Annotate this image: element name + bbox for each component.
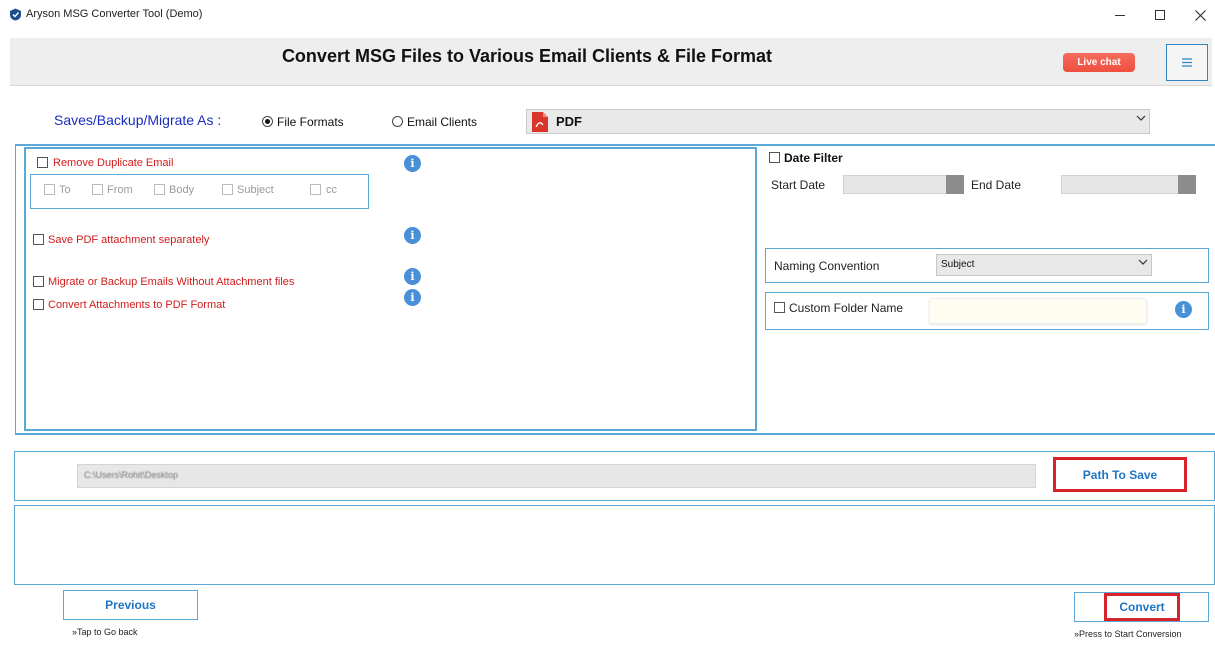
body-label: Body [169,184,195,196]
info-icon[interactable]: i [404,227,421,244]
maximize-icon [1155,10,1165,20]
file-formats-radio[interactable] [262,116,273,127]
save-pdf-attachment-label: Save PDF attachment separately [48,234,210,246]
cc-label: cc [326,184,337,196]
from-label: From [107,184,133,196]
remove-duplicate-label: Remove Duplicate Email [53,157,174,169]
to-label: To [59,184,71,196]
body-checkbox[interactable] [154,184,165,195]
save-pdf-attachment-checkbox[interactable] [33,234,44,245]
convert-attachments-label: Convert Attachments to PDF Format [48,299,226,311]
file-formats-label: File Formats [277,115,344,129]
chevron-down-icon [1138,259,1148,265]
path-to-save-button[interactable]: Path To Save [1053,457,1187,492]
chevron-down-icon [1136,115,1146,121]
format-value: PDF [556,114,582,129]
migrate-without-attachment-checkbox[interactable] [33,276,44,287]
custom-folder-checkbox[interactable] [774,302,785,313]
remove-duplicate-checkbox[interactable] [37,157,48,168]
subject-label: Subject [237,184,274,196]
custom-folder-label: Custom Folder Name [789,301,904,315]
start-date-label: Start Date [771,178,826,192]
minimize-icon [1115,14,1125,16]
subject-checkbox[interactable] [222,184,233,195]
hamburger-icon [1182,58,1192,67]
maximize-button[interactable] [1140,4,1180,26]
log-area [14,505,1215,585]
convert-attachments-checkbox[interactable] [33,299,44,310]
date-filter-checkbox[interactable] [769,152,780,163]
cc-checkbox[interactable] [310,184,321,195]
start-date-field[interactable] [843,175,947,194]
save-path-input[interactable] [77,464,1036,488]
previous-button[interactable]: Previous [63,590,198,620]
email-clients-label: Email Clients [407,115,478,129]
convert-button[interactable]: Convert [1104,593,1180,621]
pdf-icon [532,112,548,132]
format-select[interactable] [526,109,1150,134]
info-icon[interactable]: i [1175,301,1192,318]
close-button[interactable] [1180,4,1215,26]
menu-button[interactable] [1166,44,1208,81]
save-path-value: C:\Users\Rohit\Desktop [84,470,179,480]
end-date-label: End Date [971,178,1022,192]
naming-convention-label: Naming Convention [774,259,880,273]
save-as-label: Saves/Backup/Migrate As : [54,112,222,128]
from-checkbox[interactable] [92,184,103,195]
naming-convention-value: Subject [941,259,975,270]
minimize-button[interactable] [1100,4,1140,26]
convert-hint: »Press to Start Conversion [1074,629,1182,639]
app-logo-icon [10,8,21,21]
email-clients-radio[interactable] [392,116,403,127]
end-date-field[interactable] [1061,175,1179,194]
previous-hint: »Tap to Go back [72,627,138,637]
live-chat-button[interactable]: Live chat [1063,53,1135,72]
end-date-picker-button[interactable] [1178,175,1196,194]
to-checkbox[interactable] [44,184,55,195]
window-title: Aryson MSG Converter Tool (Demo) [26,8,203,20]
info-icon[interactable]: i [404,268,421,285]
migrate-without-attachment-label: Migrate or Backup Emails Without Attachm… [48,276,295,288]
info-icon[interactable]: i [404,289,421,306]
close-icon [1194,9,1206,21]
start-date-picker-button[interactable] [946,175,964,194]
info-icon[interactable]: i [404,155,421,172]
custom-folder-input[interactable] [929,298,1147,324]
date-filter-label: Date Filter [784,151,843,165]
page-title: Convert MSG Files to Various Email Clien… [281,46,773,66]
